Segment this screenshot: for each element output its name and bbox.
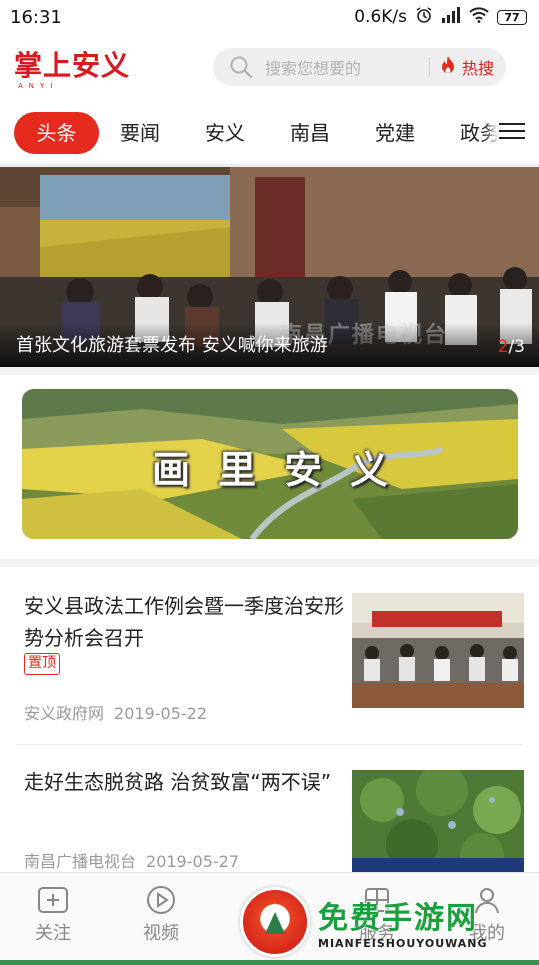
center-logo-button[interactable] [240,887,310,957]
news-date: 2019-05-22 [114,704,207,723]
news-source: 南昌广播电视台 [24,852,137,871]
banner-carousel[interactable]: 南昌广播电视台 首张文化旅游套票发布 安义喊你来旅游 2/3 [0,167,539,367]
nav-video[interactable]: 视频 [126,885,196,945]
network-speed: 0.6K/s [354,7,407,27]
news-source: 安义政府网 [24,704,105,723]
pinned-badge: 置顶 [24,653,60,675]
nav-follow-label: 关注 [35,923,71,944]
tab-news[interactable]: 要闻 [120,112,160,154]
site-watermark-sub: MIANFEISHOUYOUWANG [318,937,488,950]
section-divider [0,367,539,375]
center-logo-icon [265,912,285,934]
play-circle-icon [147,886,175,914]
tab-anyi[interactable]: 安义 [205,112,245,154]
news-thumbnail-image [352,770,524,872]
news-item[interactable]: 安义县政法工作例会暨一季度治安形势分析会召开 置顶 安义政府网 2019-05-2… [24,590,524,730]
tab-nanchang[interactable]: 南昌 [290,112,330,154]
site-watermark-name: 免费手游网 [318,901,478,936]
nav-follow[interactable]: 关注 [18,885,88,945]
status-bar: 16:31 0.6K/s 77 [0,0,539,34]
alarm-icon [415,6,433,29]
banner-current-page: 2 [497,337,509,357]
hot-search-button[interactable]: 热搜 [440,55,494,79]
logo-subtext: ANYI [18,82,59,90]
news-date: 2019-05-27 [146,852,239,871]
status-indicators: 0.6K/s 77 [354,6,527,29]
news-thumbnail[interactable] [352,770,524,872]
news-thumbnail[interactable] [352,593,524,708]
flame-icon [440,55,456,79]
logo-text: 掌上安义 [14,49,131,82]
news-title[interactable]: 走好生态脱贫路 治贫致富“两不误” [24,766,344,798]
search-input[interactable]: 搜索您想要的 [265,55,425,79]
tab-headlines[interactable]: 头条 [14,112,99,154]
banner-page-indicator: 2/3 [498,337,525,357]
banner-title[interactable]: 首张文化旅游套票发布 安义喊你来旅游 [16,331,328,357]
promo-banner[interactable]: 画里安义 [22,389,518,539]
bottom-edge-bar [0,960,539,965]
news-divider [16,744,523,745]
signal-icon [441,6,461,28]
news-meta: 南昌广播电视台 2019-05-27 [24,848,239,872]
menu-icon[interactable] [499,116,525,146]
nav-video-label: 视频 [143,923,179,944]
category-tabs: 头条 要闻 安义 南昌 党建 政务 [0,110,539,156]
news-title[interactable]: 安义县政法工作例会暨一季度治安形势分析会召开 [24,590,344,654]
wifi-icon [469,6,489,28]
site-watermark: 免费手游网 MIANFEISHOUYOUWANG [318,893,524,963]
search-divider [429,57,430,77]
status-time: 16:31 [10,6,62,28]
battery-icon: 77 [497,9,527,25]
news-meta: 安义政府网 2019-05-22 [24,700,207,724]
section-divider [0,559,539,567]
tab-government[interactable]: 政务 [460,112,500,154]
hot-search-label: 热搜 [462,59,495,78]
promo-title: 画里安义 [151,447,416,492]
app-header: 掌上安义 ANYI 搜索您想要的 热搜 [0,40,539,96]
banner-total-pages: /3 [508,337,525,357]
plus-square-icon [38,887,68,913]
news-thumbnail-image [352,593,524,708]
news-item[interactable]: 走好生态脱贫路 治贫致富“两不误” 南昌广播电视台 2019-05-27 [24,766,524,876]
app-logo: 掌上安义 ANYI [14,49,134,91]
tab-party[interactable]: 党建 [375,112,415,154]
search-bar[interactable]: 搜索您想要的 热搜 [213,48,506,86]
search-icon [229,55,259,79]
